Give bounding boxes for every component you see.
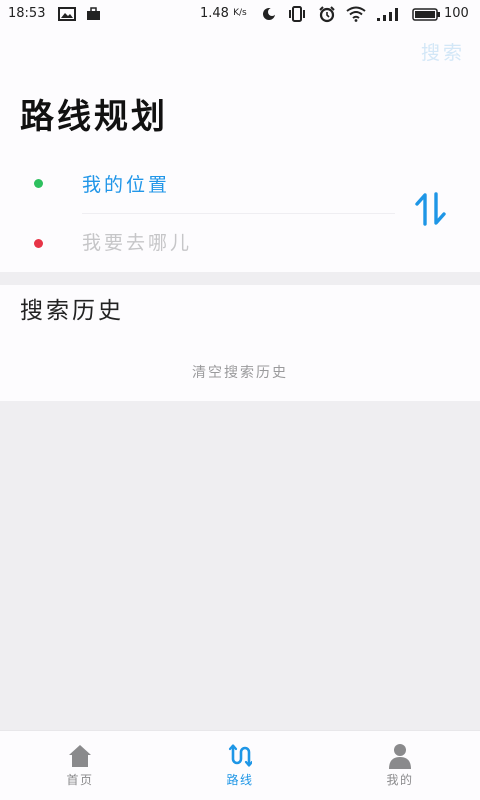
image-icon <box>58 7 76 21</box>
route-planning-screen: 18:53 1.48 K/s 100 搜索 路线规划 我的位置 我要去哪儿 搜索… <box>0 0 480 800</box>
nav-item-home[interactable]: 首页 <box>0 731 160 800</box>
origin-input[interactable] <box>82 168 392 198</box>
bottom-nav: 首页 路线 我的 <box>0 730 480 800</box>
network-speed-unit: K/s <box>233 8 247 18</box>
nav-label-home: 首页 <box>66 773 94 787</box>
nav-item-profile[interactable]: 我的 <box>320 731 480 800</box>
status-bar: 18:53 1.48 K/s 100 <box>0 0 480 28</box>
nav-label-profile: 我的 <box>386 773 414 787</box>
alarm-icon <box>319 6 335 23</box>
page-title: 路线规划 <box>20 97 168 137</box>
network-speed: 1.48 K/s <box>200 5 247 22</box>
home-icon <box>69 745 91 767</box>
battery-level: 100 <box>444 6 469 21</box>
network-speed-value: 1.48 <box>200 6 229 21</box>
wifi-icon <box>346 6 366 22</box>
moon-icon <box>263 8 276 20</box>
clear-history-button[interactable]: 清空搜索历史 <box>0 364 480 382</box>
person-icon <box>389 744 411 769</box>
vibrate-icon <box>289 6 305 22</box>
briefcase-icon <box>87 7 100 20</box>
signal-icon <box>377 8 398 21</box>
nav-label-route: 路线 <box>226 773 254 787</box>
battery-icon <box>412 8 440 21</box>
route-icon <box>228 744 252 767</box>
route-divider <box>82 213 395 214</box>
destination-dot <box>34 239 43 248</box>
nav-item-route[interactable]: 路线 <box>160 731 320 800</box>
destination-input[interactable] <box>82 228 392 258</box>
swap-vertical-icon[interactable] <box>414 191 448 227</box>
search-button[interactable]: 搜索 <box>421 40 465 66</box>
origin-dot <box>34 179 43 188</box>
status-time: 18:53 <box>8 6 46 21</box>
search-history-title: 搜索历史 <box>20 298 124 324</box>
